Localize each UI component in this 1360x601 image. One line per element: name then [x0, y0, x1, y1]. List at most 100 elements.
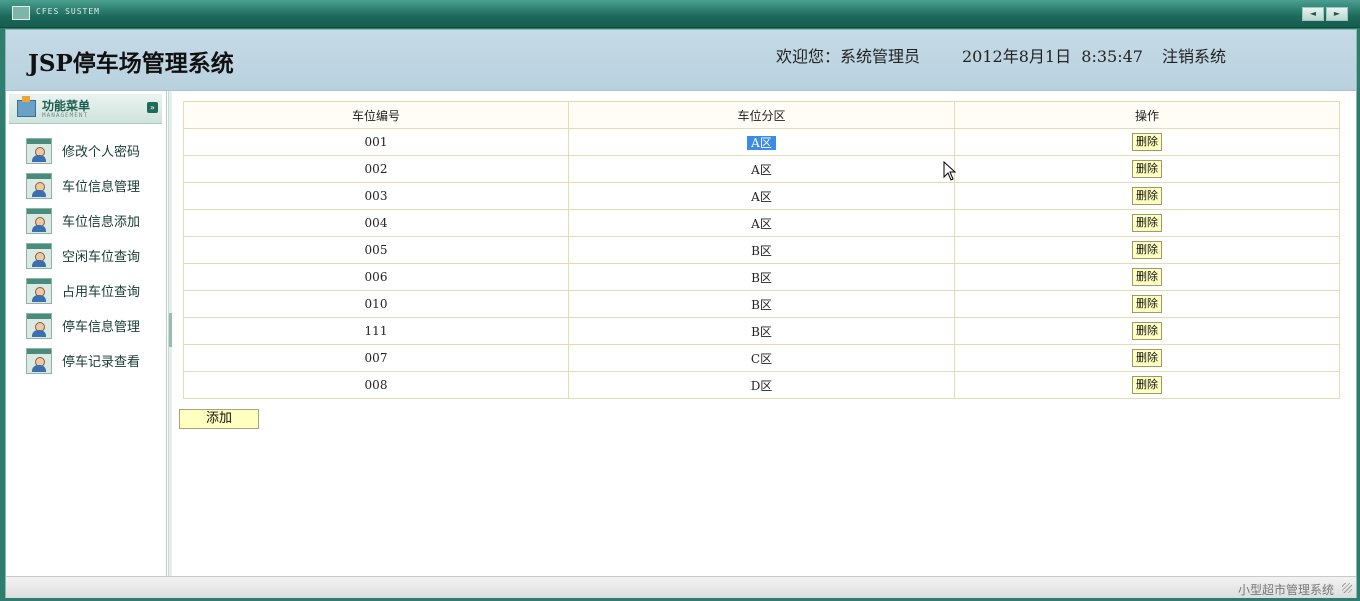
splitter-grip[interactable]: [169, 313, 172, 347]
user-icon: [26, 137, 52, 164]
page-title: JSP停车场管理系统: [28, 50, 234, 77]
column-header-id: 车位编号: [183, 101, 569, 129]
menu-subtitle: MANAGEMENT: [42, 112, 89, 119]
cell-space-id: 002: [183, 155, 569, 183]
menu-list: 修改个人密码 车位信息管理 车位信息添加 空闲车位查询 占用车位查询 停车信息管…: [26, 133, 140, 378]
table-row: 001 A区 删除: [183, 128, 1340, 156]
table-row: 008 D区 删除: [183, 371, 1340, 399]
delete-button[interactable]: 删除: [1132, 295, 1162, 313]
cell-space-id: 010: [183, 290, 569, 318]
menu-item-space-add[interactable]: 车位信息添加: [26, 203, 140, 238]
table-row: 111 B区 删除: [183, 317, 1340, 345]
user-icon: [26, 312, 52, 339]
menu-item-free-spaces[interactable]: 空闲车位查询: [26, 238, 140, 273]
app-window: CFES SUSTEM ◄ ► JSP停车场管理系统 欢迎您：系统管理员 201…: [0, 0, 1360, 601]
sidebar-splitter[interactable]: [168, 91, 172, 576]
cell-zone: A区: [568, 209, 955, 237]
window-icon: [12, 6, 30, 20]
menu-item-occupied-spaces[interactable]: 占用车位查询: [26, 273, 140, 308]
menu-item-parking-management[interactable]: 停车信息管理: [26, 308, 140, 343]
status-bar: 小型超市管理系统: [6, 576, 1356, 598]
parking-space-table: 车位编号 车位分区 操作 001 A区 删除 002 A区 删除 003 A区 …: [183, 101, 1340, 399]
menu-item-space-management[interactable]: 车位信息管理: [26, 168, 140, 203]
window-title: CFES SUSTEM: [36, 7, 100, 16]
cell-action: 删除: [954, 263, 1340, 291]
menu-icon: [17, 96, 36, 117]
cell-zone: B区: [568, 236, 955, 264]
cell-zone: A区: [568, 182, 955, 210]
column-header-zone: 车位分区: [568, 101, 955, 129]
cell-action: 删除: [954, 371, 1340, 399]
delete-button[interactable]: 删除: [1132, 160, 1162, 178]
nav-next-button[interactable]: ►: [1326, 7, 1348, 21]
delete-button[interactable]: 删除: [1132, 133, 1162, 151]
footer-text: 小型超市管理系统: [1237, 583, 1334, 597]
resize-grip-icon[interactable]: [1342, 583, 1352, 593]
table-row: 004 A区 删除: [183, 209, 1340, 237]
title-bar: CFES SUSTEM ◄ ►: [0, 0, 1360, 28]
cell-space-id: 111: [183, 317, 569, 345]
sidebar: 功能菜单 MANAGEMENT » 修改个人密码 车位信息管理 车位信息添加 空…: [6, 91, 167, 576]
collapse-icon[interactable]: »: [147, 102, 158, 113]
cell-action: 删除: [954, 290, 1340, 318]
delete-button[interactable]: 删除: [1132, 214, 1162, 232]
menu-item-label: 车位信息管理: [62, 180, 141, 195]
menu-item-label: 空闲车位查询: [62, 250, 141, 265]
table-header-row: 车位编号 车位分区 操作: [183, 101, 1340, 129]
user-icon: [26, 207, 52, 234]
delete-button[interactable]: 删除: [1132, 241, 1162, 259]
menu-item-label: 占用车位查询: [62, 285, 141, 300]
user-icon: [26, 172, 52, 199]
zone-text-selected: A区: [747, 135, 776, 150]
window-nav: ◄ ►: [1300, 7, 1348, 21]
cell-action: 删除: [954, 317, 1340, 345]
table-row: 007 C区 删除: [183, 344, 1340, 372]
delete-button[interactable]: 删除: [1132, 322, 1162, 340]
table-row: 010 B区 删除: [183, 290, 1340, 318]
cell-space-id: 004: [183, 209, 569, 237]
main-content: 车位编号 车位分区 操作 001 A区 删除 002 A区 删除 003 A区 …: [173, 91, 1356, 576]
logout-link[interactable]: 注销系统: [1162, 43, 1226, 67]
user-icon: [26, 242, 52, 269]
menu-item-parking-records[interactable]: 停车记录查看: [26, 343, 140, 378]
cell-zone: B区: [568, 317, 955, 345]
main-window: JSP停车场管理系统 欢迎您：系统管理员 2012年8月1日 8:35:47 注…: [5, 29, 1357, 598]
user-icon: [26, 277, 52, 304]
delete-button[interactable]: 删除: [1132, 376, 1162, 394]
cell-zone: A区: [568, 128, 955, 156]
delete-button[interactable]: 删除: [1132, 349, 1162, 367]
menu-item-label: 修改个人密码: [62, 145, 141, 160]
table-row: 002 A区 删除: [183, 155, 1340, 183]
cell-action: 删除: [954, 344, 1340, 372]
cell-space-id: 001: [183, 128, 569, 156]
cell-space-id: 007: [183, 344, 569, 372]
column-header-action: 操作: [954, 101, 1340, 129]
menu-item-label: 停车记录查看: [62, 355, 141, 370]
cell-zone: C区: [568, 344, 955, 372]
cell-space-id: 008: [183, 371, 569, 399]
current-time: 8:35:47: [1081, 47, 1143, 66]
cell-space-id: 005: [183, 236, 569, 264]
cell-zone: D区: [568, 371, 955, 399]
menu-item-label: 停车信息管理: [62, 320, 141, 335]
cell-zone: B区: [568, 263, 955, 291]
add-button[interactable]: 添加: [179, 409, 259, 429]
welcome-text: 欢迎您：系统管理员: [776, 47, 921, 66]
cell-zone: B区: [568, 290, 955, 318]
table-row: 006 B区 删除: [183, 263, 1340, 291]
menu-item-change-password[interactable]: 修改个人密码: [26, 133, 140, 168]
cell-action: 删除: [954, 128, 1340, 156]
cell-action: 删除: [954, 209, 1340, 237]
table-row: 003 A区 删除: [183, 182, 1340, 210]
nav-prev-button[interactable]: ◄: [1302, 7, 1324, 21]
delete-button[interactable]: 删除: [1132, 268, 1162, 286]
cell-space-id: 003: [183, 182, 569, 210]
user-icon: [26, 347, 52, 374]
header-banner: JSP停车场管理系统 欢迎您：系统管理员 2012年8月1日 8:35:47 注…: [6, 30, 1356, 91]
table-row: 005 B区 删除: [183, 236, 1340, 264]
cell-action: 删除: [954, 236, 1340, 264]
mouse-cursor-icon: [943, 161, 957, 181]
menu-item-label: 车位信息添加: [62, 215, 141, 230]
cell-action: 删除: [954, 155, 1340, 183]
delete-button[interactable]: 删除: [1132, 187, 1162, 205]
